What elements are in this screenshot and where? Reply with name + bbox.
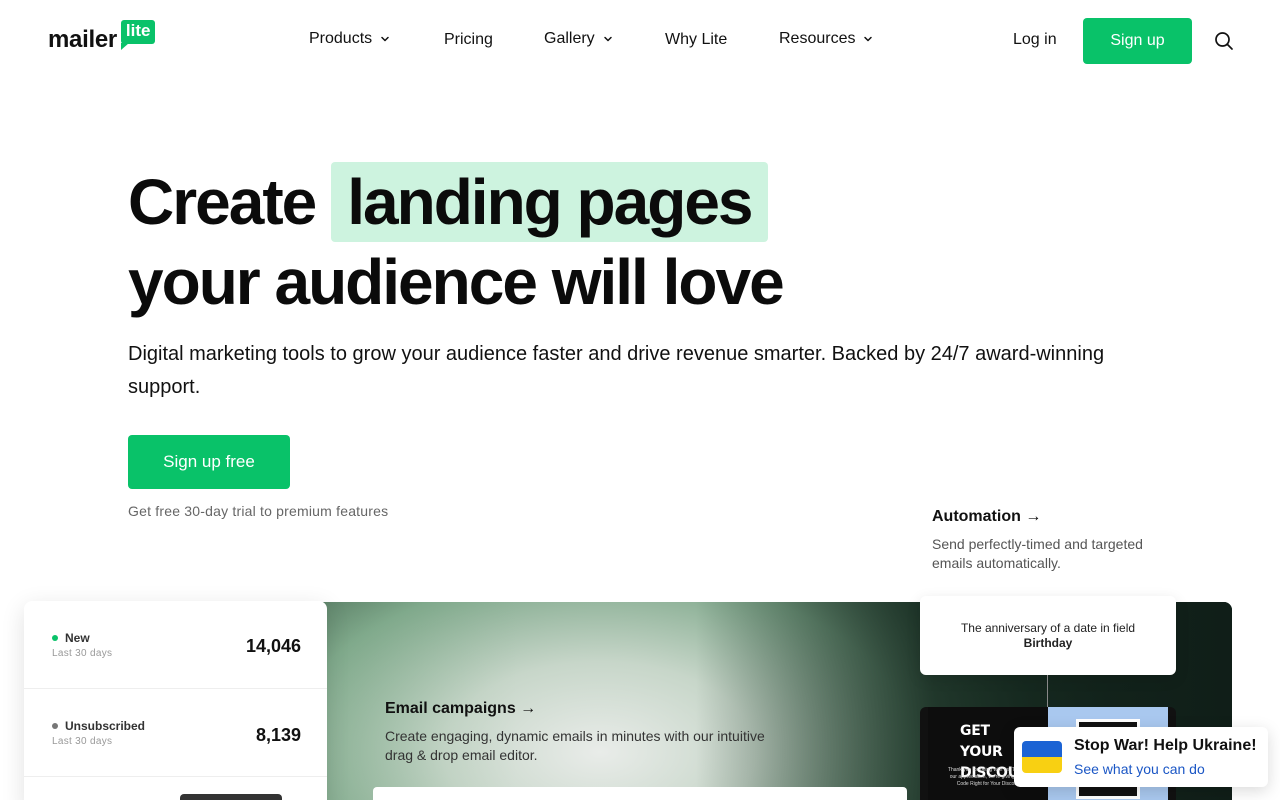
search-icon[interactable] [1214,31,1234,51]
nav-products-label: Products [309,30,373,47]
automation-link[interactable]: Automation → [932,508,1041,526]
login-link[interactable]: Log in [1013,31,1057,49]
stat-value-new: 14,046 [245,636,301,656]
logo-badge: lite [120,20,156,50]
stat-row-new: New Last 30 days 14,046 [24,601,327,689]
mailerlite-logo[interactable]: mailer lite [48,20,156,54]
automation-description: Send perfectly-timed and targeted emails… [932,536,1143,571]
email-campaigns-description: Create engaging, dynamic emails in minut… [385,728,765,763]
stat-period-unsubscribed: Last 30 days [52,736,113,747]
nav-gallery-label: Gallery [544,30,595,47]
stats-action-button[interactable] [180,794,282,800]
chevron-down-icon [864,36,873,42]
nav-pricing-label: Pricing [444,31,493,48]
nav-resources[interactable]: Resources [779,30,873,48]
hero-heading-highlight-text: landing pages [347,166,753,238]
stat-value-unsubscribed: 8,139 [255,725,301,745]
status-dot-icon [52,723,58,729]
flag-yellow-stripe [1022,757,1062,773]
stat-row-unsubscribed: Unsubscribed Last 30 days 8,139 [24,689,327,777]
hero-heading-lead: Create [128,166,317,238]
hero-heading-line2: your audience will love [128,246,785,318]
stat-label-unsubscribed-text: Unsubscribed [65,719,146,733]
hero-subtitle: Digital marketing tools to grow your aud… [128,343,1105,398]
ukraine-flag-icon [1022,741,1062,773]
stat-label-new-text: New [65,631,90,645]
chevron-down-icon [603,36,612,42]
ukraine-banner-title: Stop War! Help Ukraine! [1074,737,1257,754]
automation-trigger-card: The anniversary of a date in field Birth… [920,596,1176,675]
nav-pricing[interactable]: Pricing [444,31,493,49]
stat-label-new: New [52,631,90,645]
nav-products[interactable]: Products [309,30,390,48]
chevron-down-icon [381,36,389,42]
trigger-field: Birthday [1023,635,1073,650]
subscriber-stats-card: New Last 30 days 14,046 Unsubscribed Las… [24,601,327,800]
stat-period-new: Last 30 days [52,648,113,659]
status-dot-icon [52,635,58,641]
hero-heading-line1: Create landing pages [128,162,768,242]
flow-connector [1047,675,1048,707]
nav-gallery[interactable]: Gallery [544,30,613,48]
signup-free-button[interactable]: Sign up free [128,435,290,489]
trial-note: Get free 30-day trial to premium feature… [128,503,389,519]
nav-why-lite-label: Why Lite [665,31,728,48]
hero-heading-highlight: landing pages [331,162,768,242]
top-navigation: mailer lite Products Pricing Gallery Why… [0,0,1280,82]
nav-resources-label: Resources [779,30,856,47]
trigger-text: The anniversary of a date in field Birth… [940,621,1156,651]
email-campaigns-link[interactable]: Email campaigns → [385,700,536,718]
ukraine-support-banner[interactable]: Stop War! Help Ukraine! See what you can… [1014,727,1268,787]
logo-wordmark: mailer [48,26,117,53]
flag-blue-stripe [1022,741,1062,757]
nav-why-lite[interactable]: Why Lite [665,31,727,49]
email-editor-preview [373,787,907,800]
trigger-description: The anniversary of a date in field [960,620,1136,635]
signup-button[interactable]: Sign up [1083,18,1192,64]
ukraine-banner-link[interactable]: See what you can do [1074,761,1205,777]
stat-label-unsubscribed: Unsubscribed [52,719,145,733]
